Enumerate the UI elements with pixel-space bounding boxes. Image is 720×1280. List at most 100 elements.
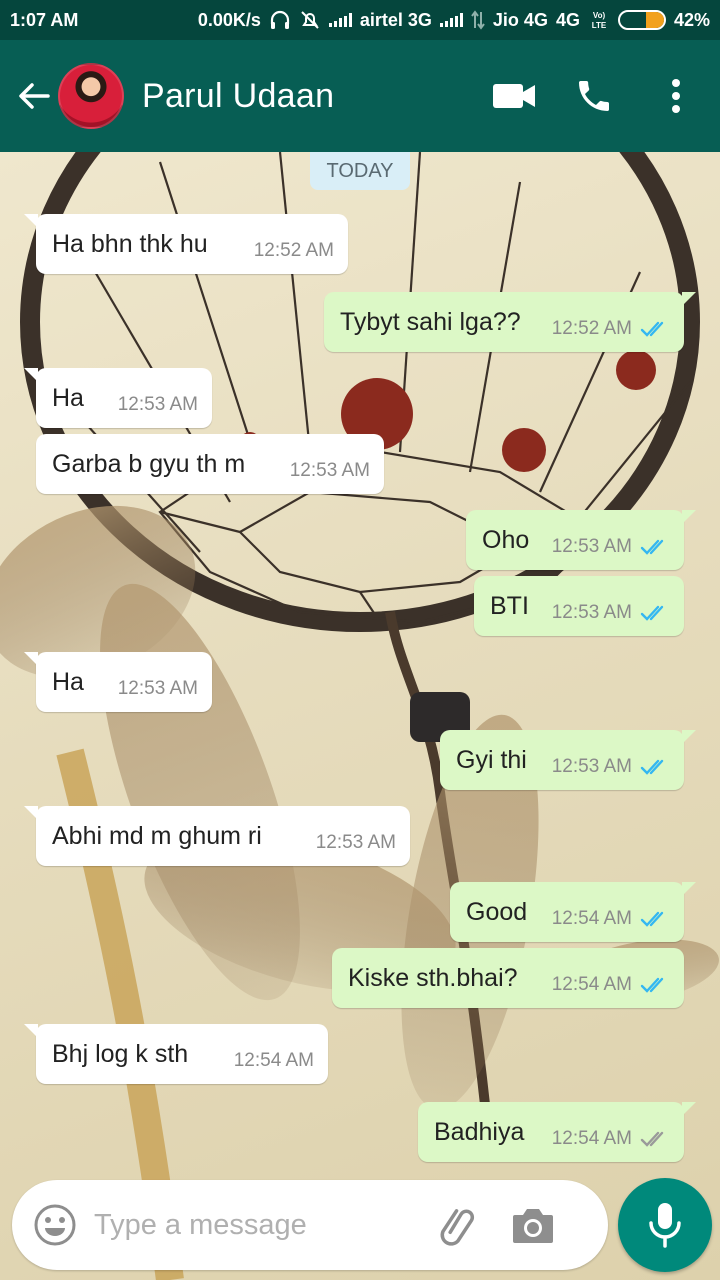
bubble-tail <box>682 730 696 744</box>
outgoing-message[interactable]: Badhiya 12:54 AM <box>418 1102 696 1162</box>
bubble-tail <box>24 652 38 666</box>
carrier-2: Jio 4G <box>492 9 548 30</box>
back-button[interactable] <box>12 74 56 118</box>
message-time: 12:53 AM <box>117 394 198 415</box>
message-input-bar <box>12 1180 608 1270</box>
message-text: Tybyt sahi lga?? <box>340 307 521 336</box>
carrier-1: airtel 3G <box>359 9 432 30</box>
message-time: 12:53 AM <box>551 602 632 623</box>
bubble-tail <box>24 214 38 228</box>
incoming-message[interactable]: Garba b gyu th m 12:53 AM <box>36 434 384 494</box>
message-time: 12:54 AM <box>551 1128 632 1149</box>
message-meta: 12:53 AM <box>552 588 670 624</box>
message-meta: 12:53 AM <box>316 818 396 854</box>
headphones-icon <box>269 10 291 30</box>
message-text: Bhj log k sth <box>52 1039 189 1068</box>
incoming-message[interactable]: Ha bhn thk hu 12:52 AM <box>24 214 348 274</box>
attach-button[interactable] <box>432 1200 482 1250</box>
read-receipt-icon <box>640 538 670 556</box>
bubble-tail <box>24 1024 38 1038</box>
message-text: Oho <box>482 525 530 554</box>
message-meta: 12:53 AM <box>552 742 670 778</box>
message-text: Ha <box>52 667 84 696</box>
bubble-tail <box>682 882 696 896</box>
bubble-tail <box>682 292 696 306</box>
svg-text:LTE: LTE <box>592 21 607 30</box>
bubble-tail <box>682 1102 696 1116</box>
status-time: 1:07 AM <box>10 9 79 30</box>
voice-call-button[interactable] <box>564 66 624 126</box>
message-time: 12:52 AM <box>253 240 334 261</box>
menu-button[interactable] <box>646 66 706 126</box>
message-time: 12:53 AM <box>289 460 370 481</box>
message-time: 12:53 AM <box>117 678 198 699</box>
incoming-message[interactable]: Ha 12:53 AM <box>24 368 212 428</box>
read-receipt-icon <box>640 604 670 622</box>
message-text: Abhi md m ghum ri <box>52 821 262 850</box>
message-meta: 12:54 AM <box>552 1114 670 1150</box>
camera-button[interactable] <box>508 1200 558 1250</box>
date-divider: TODAY <box>310 152 410 190</box>
incoming-message[interactable]: Bhj log k sth 12:54 AM <box>24 1024 328 1084</box>
message-time: 12:54 AM <box>233 1050 314 1071</box>
paperclip-icon <box>440 1209 475 1246</box>
emoji-icon <box>34 1204 76 1246</box>
data-arrows-icon <box>471 10 485 30</box>
volte-icon: Vo) LTE <box>588 9 610 31</box>
video-call-button[interactable] <box>484 66 544 126</box>
message-text: Garba b gyu th m <box>52 449 246 478</box>
read-receipt-icon <box>640 910 670 928</box>
bubble-tail <box>24 806 38 820</box>
bubble-tail <box>24 368 38 382</box>
outgoing-message[interactable]: Good 12:54 AM <box>450 882 696 942</box>
message-time: 12:53 AM <box>551 756 632 777</box>
video-camera-icon <box>493 84 535 108</box>
signal-bars-icon <box>328 13 352 27</box>
message-time: 12:54 AM <box>551 908 632 929</box>
delivered-receipt-icon <box>640 1130 670 1148</box>
message-text: Good <box>466 897 528 926</box>
chat-header: Parul Udaan <box>0 40 720 152</box>
message-input[interactable] <box>94 1208 424 1242</box>
message-meta: 12:53 AM <box>552 522 670 558</box>
message-time: 12:53 AM <box>551 536 632 557</box>
camera-icon <box>513 1209 553 1243</box>
more-vertical-icon <box>672 79 680 113</box>
read-receipt-icon <box>640 976 670 994</box>
svg-text:Vo): Vo) <box>593 11 606 20</box>
avatar[interactable] <box>58 63 124 129</box>
contact-name[interactable]: Parul Udaan <box>142 77 334 116</box>
message-text: Badhiya <box>434 1117 525 1146</box>
message-text: Ha <box>52 383 84 412</box>
phone-icon <box>579 81 609 111</box>
message-meta: 12:54 AM <box>552 960 670 996</box>
battery-icon <box>617 10 666 30</box>
read-receipt-icon <box>640 758 670 776</box>
battery-percent: 42% <box>673 9 710 30</box>
network-type: 4G <box>555 9 580 30</box>
message-text: Ha bhn thk hu <box>52 229 208 258</box>
message-meta: 12:52 AM <box>254 226 334 262</box>
message-time: 12:53 AM <box>315 832 396 853</box>
outgoing-message[interactable]: BTI 12:53 AM <box>474 576 684 636</box>
bubble-tail <box>682 510 696 524</box>
signal-bars-icon <box>439 13 463 27</box>
outgoing-message[interactable]: Kiske sth.bhai? 12:54 AM <box>332 948 684 1008</box>
message-meta: 12:53 AM <box>290 446 370 482</box>
message-text: Kiske sth.bhai? <box>348 963 518 992</box>
message-meta: 12:53 AM <box>118 664 198 700</box>
emoji-button[interactable] <box>30 1200 80 1250</box>
outgoing-message[interactable]: Gyi thi 12:53 AM <box>440 730 696 790</box>
incoming-message[interactable]: Ha 12:53 AM <box>24 652 212 712</box>
voice-message-button[interactable] <box>618 1178 712 1272</box>
outgoing-message[interactable]: Oho 12:53 AM <box>466 510 696 570</box>
message-text: BTI <box>490 591 529 620</box>
network-speed: 0.00K/s <box>197 9 261 30</box>
outgoing-message[interactable]: Tybyt sahi lga?? 12:52 AM <box>324 292 696 352</box>
incoming-message[interactable]: Abhi md m ghum ri 12:53 AM <box>24 806 410 866</box>
message-meta: 12:53 AM <box>118 380 198 416</box>
muted-bell-icon <box>299 10 321 30</box>
message-time: 12:52 AM <box>551 318 632 339</box>
arrow-left-icon <box>19 83 50 109</box>
message-meta: 12:54 AM <box>552 894 670 930</box>
